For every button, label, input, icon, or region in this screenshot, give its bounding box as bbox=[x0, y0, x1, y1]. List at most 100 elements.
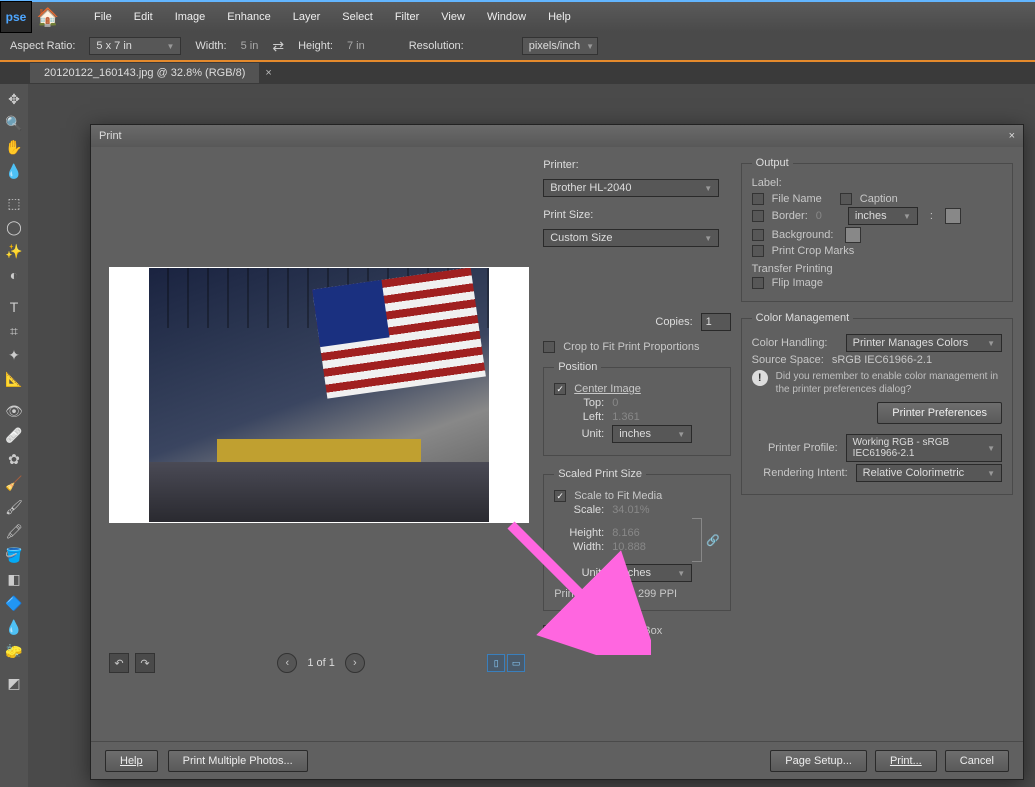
selection-brush-icon[interactable]: ◐ bbox=[3, 264, 25, 286]
printer-select[interactable]: Brother HL-2040▼ bbox=[543, 179, 719, 197]
menu-layer[interactable]: Layer bbox=[283, 5, 331, 29]
straighten-tool-icon[interactable]: 📐 bbox=[3, 368, 25, 390]
move-tool-icon[interactable]: ✥ bbox=[3, 88, 25, 110]
eraser-tool-icon[interactable]: 🧹 bbox=[3, 472, 25, 494]
preview-image bbox=[149, 268, 489, 522]
source-value: sRGB IEC61966-2.1 bbox=[832, 354, 932, 366]
menu-filter[interactable]: Filter bbox=[385, 5, 429, 29]
left-label: Left: bbox=[554, 411, 604, 423]
pager-text: 1 of 1 bbox=[307, 657, 335, 669]
sponge-tool-icon[interactable]: 🧽 bbox=[3, 640, 25, 662]
foreground-color-icon[interactable]: ◩ bbox=[3, 672, 25, 694]
aspect-label: Aspect Ratio: bbox=[10, 40, 75, 52]
border-checkbox[interactable] bbox=[752, 210, 764, 222]
dialog-title: Print bbox=[99, 130, 122, 142]
next-page-icon[interactable]: › bbox=[345, 653, 365, 673]
cropmarks-checkbox[interactable] bbox=[752, 245, 764, 257]
scale-label: Scale: bbox=[554, 504, 604, 516]
brush-tool-icon[interactable]: 🖌 bbox=[3, 496, 25, 518]
aspect-select[interactable]: 5 x 7 in▼ bbox=[89, 37, 181, 55]
pos-unit-label: Unit: bbox=[554, 428, 604, 440]
clone-tool-icon[interactable]: ✿ bbox=[3, 448, 25, 470]
intent-select[interactable]: Relative Colorimetric▼ bbox=[856, 464, 1002, 482]
app-logo: pse bbox=[0, 1, 32, 33]
page-setup-button[interactable]: Page Setup... bbox=[770, 750, 867, 772]
transfer-label: Transfer Printing bbox=[752, 263, 1002, 275]
prev-page-icon[interactable]: ‹ bbox=[277, 653, 297, 673]
crop-fit-checkbox[interactable] bbox=[543, 341, 555, 353]
type-tool-icon[interactable]: T bbox=[3, 296, 25, 318]
output-label: Label: bbox=[752, 177, 1002, 189]
redeye-tool-icon[interactable]: 👁 bbox=[3, 400, 25, 422]
printer-label: Printer: bbox=[543, 159, 593, 171]
healing-tool-icon[interactable]: 🩹 bbox=[3, 424, 25, 446]
print-multiple-button[interactable]: Print Multiple Photos... bbox=[168, 750, 308, 772]
border-unit-select[interactable]: inches▼ bbox=[848, 207, 918, 225]
sunit-select[interactable]: inches▼ bbox=[612, 564, 692, 582]
background-color-swatch[interactable] bbox=[845, 227, 861, 243]
crop-tool-icon[interactable]: ⌗ bbox=[3, 320, 25, 342]
cancel-button[interactable]: Cancel bbox=[945, 750, 1009, 772]
wand-tool-icon[interactable]: ✨ bbox=[3, 240, 25, 262]
background-checkbox[interactable] bbox=[752, 229, 764, 241]
flip-checkbox[interactable] bbox=[752, 277, 764, 289]
help-button[interactable]: Help bbox=[105, 750, 158, 772]
menu-enhance[interactable]: Enhance bbox=[217, 5, 280, 29]
cropmarks-label: Print Crop Marks bbox=[772, 245, 855, 257]
right-column: Output Label: File Name Caption Border: … bbox=[741, 157, 1013, 731]
rotate-left-icon[interactable]: ↶ bbox=[109, 653, 129, 673]
dialog-titlebar[interactable]: Print × bbox=[91, 125, 1023, 147]
document-tab[interactable]: 20120122_160143.jpg @ 32.8% (RGB/8) bbox=[30, 63, 259, 83]
menu-edit[interactable]: Edit bbox=[124, 5, 163, 29]
color-legend: Color Management bbox=[752, 312, 854, 324]
show-bbox-checkbox[interactable] bbox=[543, 625, 555, 637]
output-legend: Output bbox=[752, 157, 793, 169]
landscape-icon[interactable]: ▭ bbox=[507, 654, 525, 672]
print-button[interactable]: Print... bbox=[875, 750, 937, 772]
dialog-footer: Help Print Multiple Photos... Page Setup… bbox=[91, 741, 1023, 779]
filename-checkbox[interactable] bbox=[752, 193, 764, 205]
center-checkbox[interactable] bbox=[554, 383, 566, 395]
info-icon: ! bbox=[752, 370, 768, 386]
copies-input[interactable] bbox=[701, 313, 731, 331]
printer-prefs-button[interactable]: Printer Preferences bbox=[877, 402, 1002, 424]
width-value: 5 in bbox=[241, 40, 259, 52]
menu-view[interactable]: View bbox=[431, 5, 475, 29]
menu-select[interactable]: Select bbox=[332, 5, 383, 29]
profile-label: Printer Profile: bbox=[752, 442, 838, 454]
document-close-icon[interactable]: × bbox=[259, 63, 277, 83]
pos-unit-select[interactable]: inches▼ bbox=[612, 425, 692, 443]
rotate-right-icon[interactable]: ↷ bbox=[135, 653, 155, 673]
shape-tool-icon[interactable]: 🔷 bbox=[3, 592, 25, 614]
blur-tool-icon[interactable]: 💧 bbox=[3, 616, 25, 638]
cookie-cutter-icon[interactable]: ✦ bbox=[3, 344, 25, 366]
menu-image[interactable]: Image bbox=[165, 5, 216, 29]
menu-file[interactable]: File bbox=[84, 5, 122, 29]
marquee-tool-icon[interactable]: ⬚ bbox=[3, 192, 25, 214]
swap-icon[interactable]: ⇄ bbox=[272, 38, 284, 55]
caption-checkbox[interactable] bbox=[840, 193, 852, 205]
bucket-tool-icon[interactable]: 🪣 bbox=[3, 544, 25, 566]
zoom-tool-icon[interactable]: 🔍 bbox=[3, 112, 25, 134]
scale-value: 34.01% bbox=[612, 504, 649, 516]
dialog-close-icon[interactable]: × bbox=[1009, 130, 1015, 142]
border-color-swatch[interactable] bbox=[945, 208, 961, 224]
menu-help[interactable]: Help bbox=[538, 5, 581, 29]
profile-select[interactable]: Working RGB - sRGB IEC61966-2.1▼ bbox=[846, 434, 1002, 462]
top-label: Top: bbox=[554, 397, 604, 409]
scale-fit-checkbox[interactable] bbox=[554, 490, 566, 502]
hand-tool-icon[interactable]: ✋ bbox=[3, 136, 25, 158]
scaled-group: Scaled Print Size Scale to Fit Media Sca… bbox=[543, 468, 730, 611]
eyedropper-tool-icon[interactable]: 💧 bbox=[3, 160, 25, 182]
resolution-unit-select[interactable]: pixels/inch▼ bbox=[522, 37, 598, 55]
link-icon[interactable]: 🔗 bbox=[706, 534, 720, 547]
gradient-tool-icon[interactable]: ◧ bbox=[3, 568, 25, 590]
smartbrush-tool-icon[interactable]: 🖍 bbox=[3, 520, 25, 542]
handling-select[interactable]: Printer Manages Colors▼ bbox=[846, 334, 1002, 352]
swidth-value: 10.888 bbox=[612, 541, 646, 553]
printsize-select[interactable]: Custom Size▼ bbox=[543, 229, 719, 247]
menu-window[interactable]: Window bbox=[477, 5, 536, 29]
portrait-icon[interactable]: ▯ bbox=[487, 654, 505, 672]
lasso-tool-icon[interactable]: ◯ bbox=[3, 216, 25, 238]
home-icon[interactable]: 🏠 bbox=[32, 1, 64, 33]
